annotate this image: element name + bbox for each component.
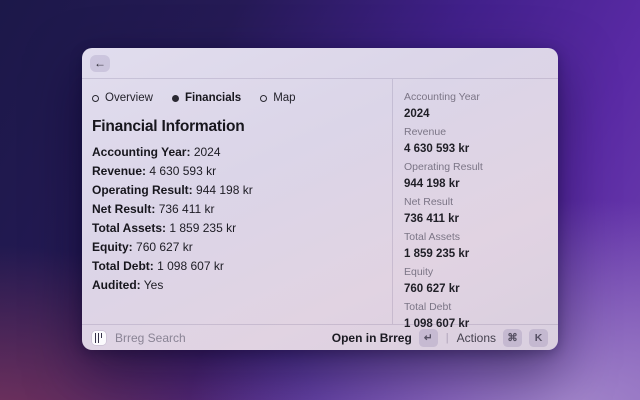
tab-label: Overview [105, 92, 153, 104]
row-value: 1 859 235 kr [169, 221, 236, 235]
actions-label: Actions [457, 331, 496, 345]
metadata-value: 4 630 593 kr [404, 143, 546, 155]
metadata-item: Net Result 736 411 kr [404, 197, 546, 225]
tab-map[interactable]: Map [260, 92, 295, 104]
financial-row: Audited: Yes [92, 279, 380, 291]
metadata-value: 760 627 kr [404, 283, 546, 295]
radio-unselected-icon [260, 95, 267, 102]
row-label: Equity: [92, 240, 133, 254]
row-label: Revenue: [92, 164, 146, 178]
metadata-sidebar: Accounting Year 2024 Revenue 4 630 593 k… [392, 79, 558, 324]
page-title: Financial Information [92, 118, 380, 136]
row-label: Audited: [92, 278, 141, 292]
metadata-label: Net Result [404, 197, 546, 208]
back-button[interactable]: ← [90, 55, 110, 72]
brreg-logo-icon [92, 331, 106, 345]
financial-row: Accounting Year: 2024 [92, 146, 380, 158]
window-header: ← [82, 48, 558, 79]
view-tabs: Overview Financials Map [92, 92, 380, 104]
metadata-label: Total Debt [404, 302, 546, 313]
financial-row: Equity: 760 627 kr [92, 241, 380, 253]
financial-row: Total Assets: 1 859 235 kr [92, 222, 380, 234]
tab-financials[interactable]: Financials [172, 92, 241, 104]
row-value: 760 627 kr [136, 240, 193, 254]
financial-row: Revenue: 4 630 593 kr [92, 165, 380, 177]
back-arrow-icon: ← [94, 57, 106, 69]
metadata-label: Total Assets [404, 232, 546, 243]
cmd-key-icon: ⌘ [503, 329, 522, 347]
open-in-brreg-button[interactable]: Open in Brreg ↵ [332, 329, 438, 347]
row-value: 944 198 kr [196, 183, 253, 197]
row-label: Total Assets: [92, 221, 166, 235]
metadata-value: 1 859 235 kr [404, 248, 546, 260]
footer-bar: Brreg Search Open in Brreg ↵ | Actions ⌘… [82, 324, 558, 350]
metadata-label: Operating Result [404, 162, 546, 173]
desktop-background: { "colors": { "bg_top_left": "#1c1849", … [0, 0, 640, 400]
metadata-item: Accounting Year 2024 [404, 92, 546, 120]
metadata-value: 2024 [404, 108, 546, 120]
row-value: 4 630 593 kr [149, 164, 216, 178]
tab-overview[interactable]: Overview [92, 92, 153, 104]
radio-selected-icon [172, 95, 179, 102]
metadata-item: Revenue 4 630 593 kr [404, 127, 546, 155]
metadata-item: Equity 760 627 kr [404, 267, 546, 295]
metadata-label: Accounting Year [404, 92, 546, 103]
metadata-label: Equity [404, 267, 546, 278]
financial-row: Net Result: 736 411 kr [92, 203, 380, 215]
metadata-value: 944 198 kr [404, 178, 546, 190]
row-value: 1 098 607 kr [157, 259, 224, 273]
financial-row: Total Debt: 1 098 607 kr [92, 260, 380, 272]
app-window: ← Overview Financials Map Financial Info… [82, 48, 558, 350]
metadata-item: Total Assets 1 859 235 kr [404, 232, 546, 260]
row-value: 2024 [194, 145, 221, 159]
footer-divider: | [445, 332, 450, 344]
row-value: Yes [144, 278, 164, 292]
radio-unselected-icon [92, 95, 99, 102]
row-value: 736 411 kr [159, 202, 215, 216]
main-content: Overview Financials Map Financial Inform… [82, 79, 392, 324]
row-label: Total Debt: [92, 259, 154, 273]
metadata-item: Operating Result 944 198 kr [404, 162, 546, 190]
row-label: Accounting Year: [92, 145, 190, 159]
return-key-icon: ↵ [419, 329, 438, 347]
k-key-icon: K [529, 329, 548, 347]
actions-button[interactable]: Actions ⌘ K [457, 329, 548, 347]
tab-label: Map [273, 92, 295, 104]
row-label: Net Result: [92, 202, 155, 216]
window-body: Overview Financials Map Financial Inform… [82, 79, 558, 324]
tab-label: Financials [185, 92, 241, 104]
search-input[interactable]: Brreg Search [115, 331, 186, 345]
metadata-label: Revenue [404, 127, 546, 138]
financial-row: Operating Result: 944 198 kr [92, 184, 380, 196]
row-label: Operating Result: [92, 183, 193, 197]
financial-rows: Accounting Year: 2024 Revenue: 4 630 593… [92, 146, 380, 291]
open-in-brreg-label: Open in Brreg [332, 331, 412, 345]
metadata-value: 736 411 kr [404, 213, 546, 225]
footer-actions: Open in Brreg ↵ | Actions ⌘ K [332, 329, 548, 347]
